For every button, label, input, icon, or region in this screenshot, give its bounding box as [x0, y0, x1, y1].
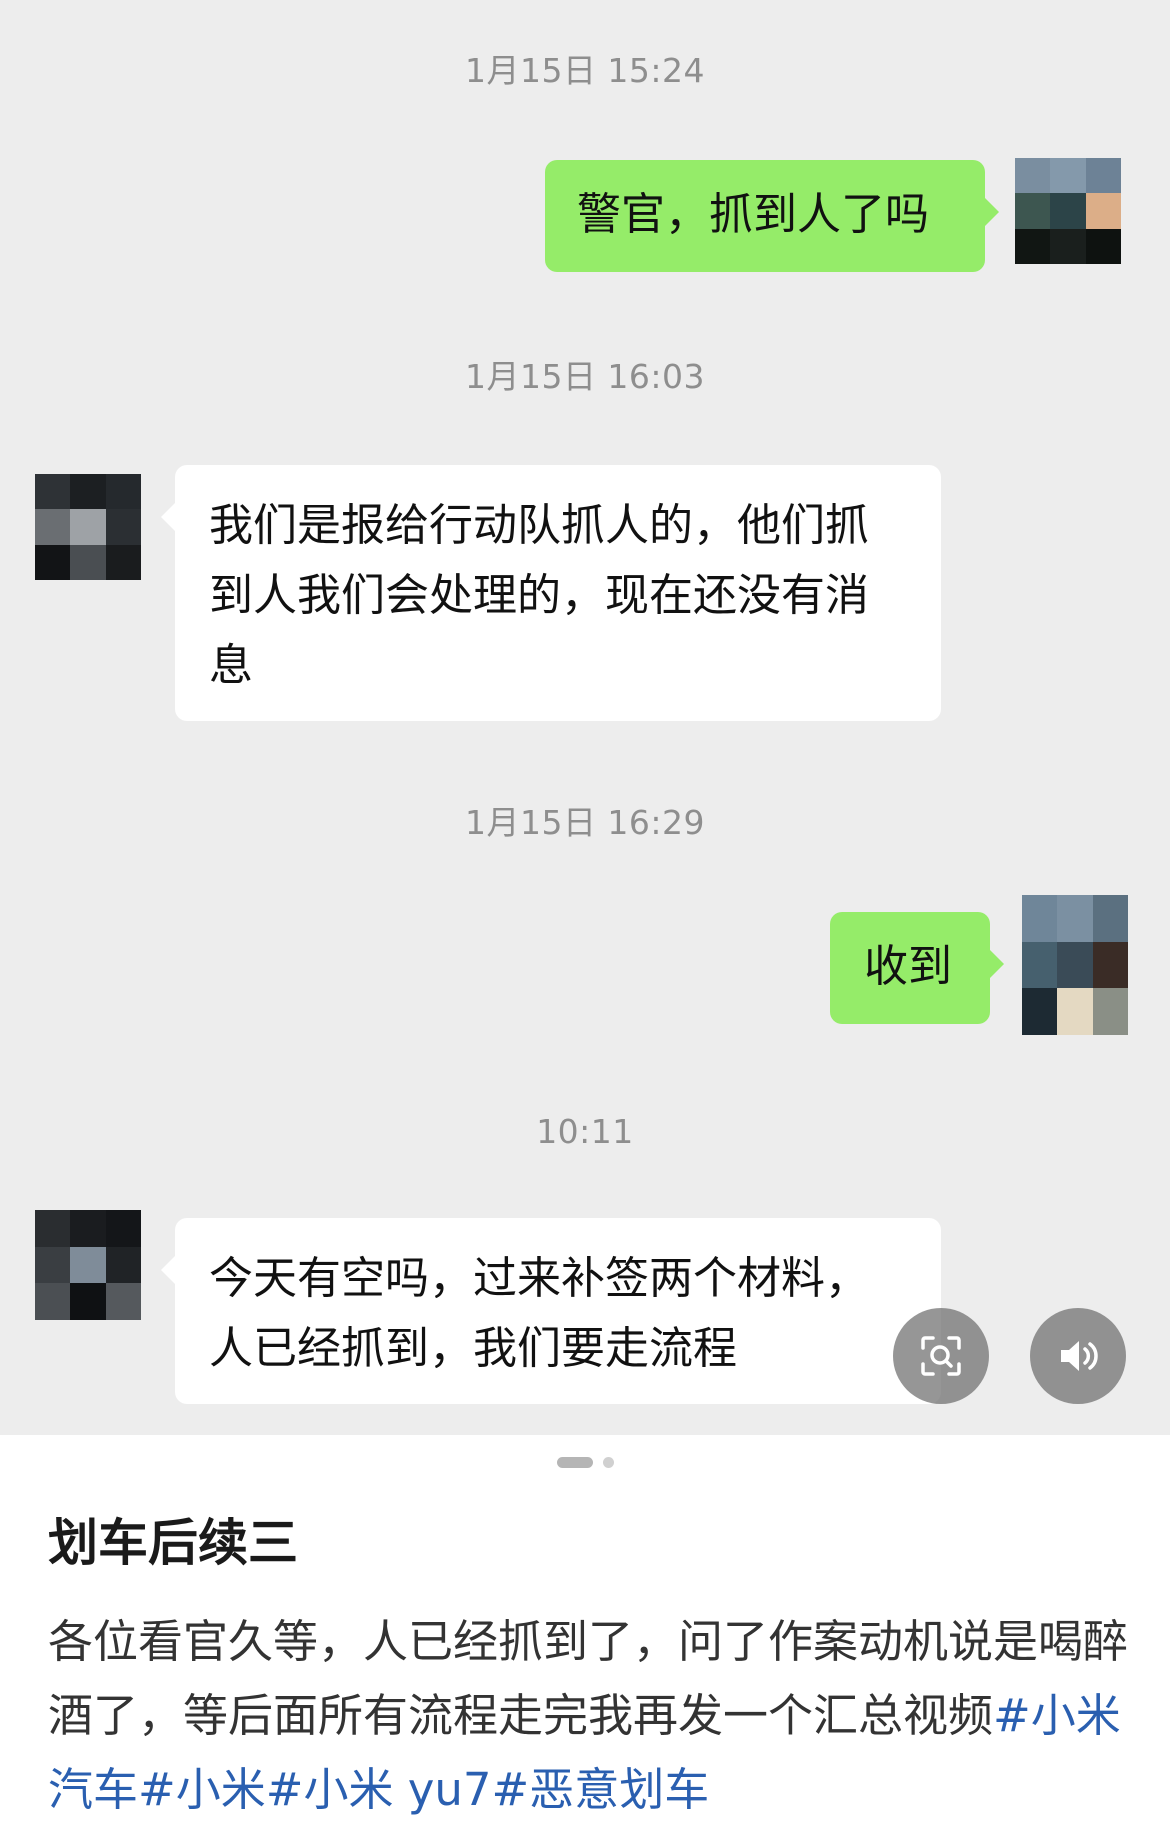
carousel-dot-active [556, 1457, 593, 1468]
hashtag-link[interactable]: #小米 [138, 1763, 266, 1816]
hashtag-link[interactable]: #恶意划车 [492, 1763, 710, 1816]
timestamp: 1月15日 15:24 [464, 51, 706, 90]
message-bubble-sent[interactable]: 收到 [830, 912, 1004, 1024]
message-text: 收到 [864, 941, 952, 992]
chat-screenshot: 1月15日 15:24 警官，抓到人了吗 1月15日 16:03 我们是报给行动… [0, 0, 1170, 1435]
scan-search-icon [921, 1336, 961, 1376]
post-content: 划车后续三 各位看官久等，人已经抓到了，问了作案动机说是喝醉酒了，等后面所有流程… [0, 1435, 1170, 1847]
post-text: 各位看官久等，人已经抓到了，问了作案动机说是喝醉酒了，等后面所有流程走完我再发一… [48, 1615, 1129, 1742]
avatar-officer[interactable] [35, 1210, 141, 1320]
avatar-officer[interactable] [35, 474, 141, 580]
message-bubble-sent[interactable]: 警官，抓到人了吗 [545, 160, 999, 272]
message-text: 警官，抓到人了吗 [577, 189, 929, 240]
read-aloud-button[interactable] [1030, 1308, 1126, 1404]
timestamp: 1月15日 16:03 [464, 357, 706, 396]
timestamp: 1月15日 16:29 [464, 803, 706, 842]
hashtag-link[interactable]: #小米 yu7 [266, 1763, 492, 1816]
carousel-indicator[interactable] [0, 1457, 1170, 1468]
avatar-self[interactable] [1022, 895, 1128, 1035]
image-search-button[interactable] [893, 1308, 989, 1404]
carousel-dot [602, 1457, 614, 1468]
message-bubble-received[interactable]: 我们是报给行动队抓人的，他们抓到人我们会处理的，现在还没有消息 [161, 465, 941, 721]
message-bubble-received[interactable]: 今天有空吗，过来补签两个材料，人已经抓到，我们要走流程 [161, 1218, 941, 1404]
post-title: 划车后续三 [48, 1514, 298, 1572]
speaker-icon [1061, 1341, 1098, 1371]
post-body: 各位看官久等，人已经抓到了，问了作案动机说是喝醉酒了，等后面所有流程走完我再发一… [48, 1605, 1128, 1827]
avatar-self[interactable] [1015, 158, 1121, 264]
message-text: 今天有空吗，过来补签两个材料，人已经抓到，我们要走流程 [209, 1253, 869, 1374]
message-text: 我们是报给行动队抓人的，他们抓到人我们会处理的，现在还没有消息 [209, 500, 869, 691]
timestamp: 10:11 [536, 1112, 634, 1151]
